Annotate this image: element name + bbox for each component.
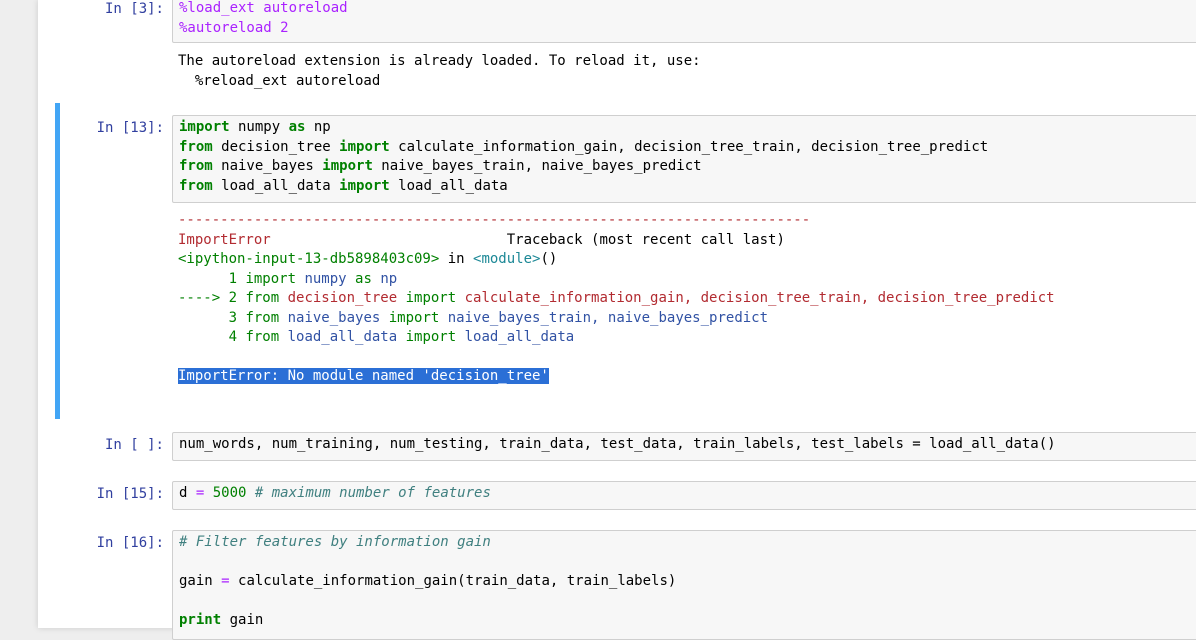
code-text: calculate_information_gain, decision_tre… [456, 290, 1055, 306]
code-text: numpy [296, 270, 356, 287]
code-text: decision_tree [212, 138, 340, 155]
comment-line: # Filter features by information gain [179, 534, 491, 550]
traceback-line-4: 4 from load_all_data import load_all_dat… [178, 328, 1196, 348]
code-text: decision_tree [279, 290, 406, 306]
traceback-location: <ipython-input-13-db5898403c09> in <modu… [178, 250, 1196, 270]
keyword: import [388, 309, 440, 326]
keyword: as [355, 270, 372, 287]
error-message-line: ImportError: No module named 'decision_t… [178, 367, 1196, 387]
operator: = [221, 573, 230, 589]
keyword: import [405, 329, 457, 345]
keyword: import [322, 158, 373, 174]
cell-prompt: In [16]: [96, 535, 164, 551]
keyword: import [245, 270, 297, 287]
cell-input[interactable]: %load_ext autoreload %autoreload 2 [172, 0, 1196, 43]
traceback-output: ----------------------------------------… [178, 211, 1196, 387]
notebook-container: In [3]: %load_ext autoreload %autoreload… [38, 0, 1196, 640]
code-text: np [371, 270, 398, 287]
traceback-separator: ----------------------------------------… [178, 212, 811, 228]
code-text: d [179, 485, 196, 501]
code-text: load_all_data [212, 177, 340, 194]
traceback-header: ImportError Traceback (most recent call … [178, 231, 1196, 251]
keyword: import [339, 177, 390, 194]
code-text: gain [221, 612, 264, 628]
line-number: 1 [178, 270, 246, 287]
input-ref: <ipython-input-13-db5898403c09> [178, 251, 440, 267]
code-cell-3[interactable]: In [3]: %load_ext autoreload %autoreload… [38, 0, 1196, 100]
code-cell-13[interactable]: In [13]: import numpy as np from decisio… [38, 103, 1196, 419]
code-line: from load_all_data import load_all_data [179, 177, 1191, 197]
keyword: print [179, 612, 222, 628]
code-text: load_all_data [389, 177, 508, 194]
code-text: numpy [229, 119, 289, 135]
keyword: from [179, 177, 213, 194]
code-text: naive_bayes [212, 158, 323, 174]
cell-input[interactable]: num_words, num_training, num_testing, tr… [172, 432, 1196, 461]
code-line: d = 5000 # maximum number of features [179, 484, 1191, 504]
cell-input[interactable]: import numpy as np from decision_tree im… [172, 115, 1196, 203]
code-line: %autoreload 2 [179, 19, 289, 36]
line-number: 4 [178, 329, 246, 345]
cell-output: The autoreload extension is already load… [178, 52, 1196, 91]
code-line: gain = calculate_information_gain(train_… [179, 572, 1191, 592]
keyword: from [179, 158, 213, 174]
code-text: naive_bayes_train, naive_bayes_predict [439, 309, 769, 326]
cell-prompt: In [3]: [104, 1, 164, 17]
number-literal: 5000 [212, 485, 247, 501]
cell-input[interactable]: # Filter features by information gain ga… [172, 530, 1196, 640]
traceback-line-2: ----> 2 from decision_tree import calcul… [178, 289, 1196, 309]
keyword: as [288, 119, 306, 135]
code-text: load_all_data [279, 329, 406, 345]
output-line: %reload_ext autoreload [178, 72, 381, 89]
keyword: import [405, 290, 457, 306]
code-text: calculate_information_gain(train_data, t… [229, 573, 677, 589]
module-end: () [540, 251, 558, 267]
keyword: from [245, 329, 280, 345]
selected-cell-indicator [55, 103, 60, 419]
code-line: from naive_bayes import naive_bayes_trai… [179, 157, 1191, 177]
traceback-line-3: 3 from naive_bayes import naive_bayes_tr… [178, 309, 1196, 329]
comment: # maximum number of features [246, 485, 491, 501]
output-line: The autoreload extension is already load… [178, 53, 701, 69]
error-arrow: ----> 2 [178, 290, 246, 306]
code-cell-15[interactable]: In [15]: d = 5000 # maximum number of fe… [38, 475, 1196, 515]
cell-prompt: In [13]: [96, 120, 164, 136]
keyword: import [179, 119, 230, 135]
code-line: import numpy as np [179, 118, 1191, 138]
code-line: from decision_tree import calculate_info… [179, 138, 1191, 158]
code-line: num_words, num_training, num_testing, tr… [179, 436, 1056, 452]
error-message[interactable]: ImportError: No module named 'decision_t… [178, 368, 549, 384]
code-text: naive_bayes_train, naive_bayes_predict [372, 158, 702, 174]
code-line: %load_ext autoreload [179, 0, 348, 16]
code-text: naive_bayes [279, 309, 389, 326]
traceback-label: Traceback (most recent call last) [270, 231, 785, 248]
keyword: import [339, 138, 390, 155]
code-cell-blank[interactable]: In [ ]: num_words, num_training, num_tes… [38, 426, 1196, 466]
line-number: 3 [178, 309, 246, 326]
keyword: from [179, 138, 213, 155]
cell-prompt: In [15]: [96, 486, 164, 502]
traceback-line-1: 1 import numpy as np [178, 270, 1196, 290]
cell-input[interactable]: d = 5000 # maximum number of features [172, 481, 1196, 510]
cell-prompt: In [ ]: [104, 437, 164, 453]
code-cell-16[interactable]: In [16]: # Filter features by informatio… [38, 524, 1196, 640]
keyword: from [245, 309, 280, 326]
code-text: calculate_information_gain, decision_tre… [389, 138, 989, 155]
module-ref: <module> [473, 251, 541, 267]
error-name: ImportError [178, 231, 271, 248]
in-word: in [439, 251, 474, 267]
code-text: load_all_data [456, 329, 575, 345]
keyword: from [245, 290, 280, 306]
code-text: np [305, 119, 331, 135]
code-text: gain [179, 573, 222, 589]
